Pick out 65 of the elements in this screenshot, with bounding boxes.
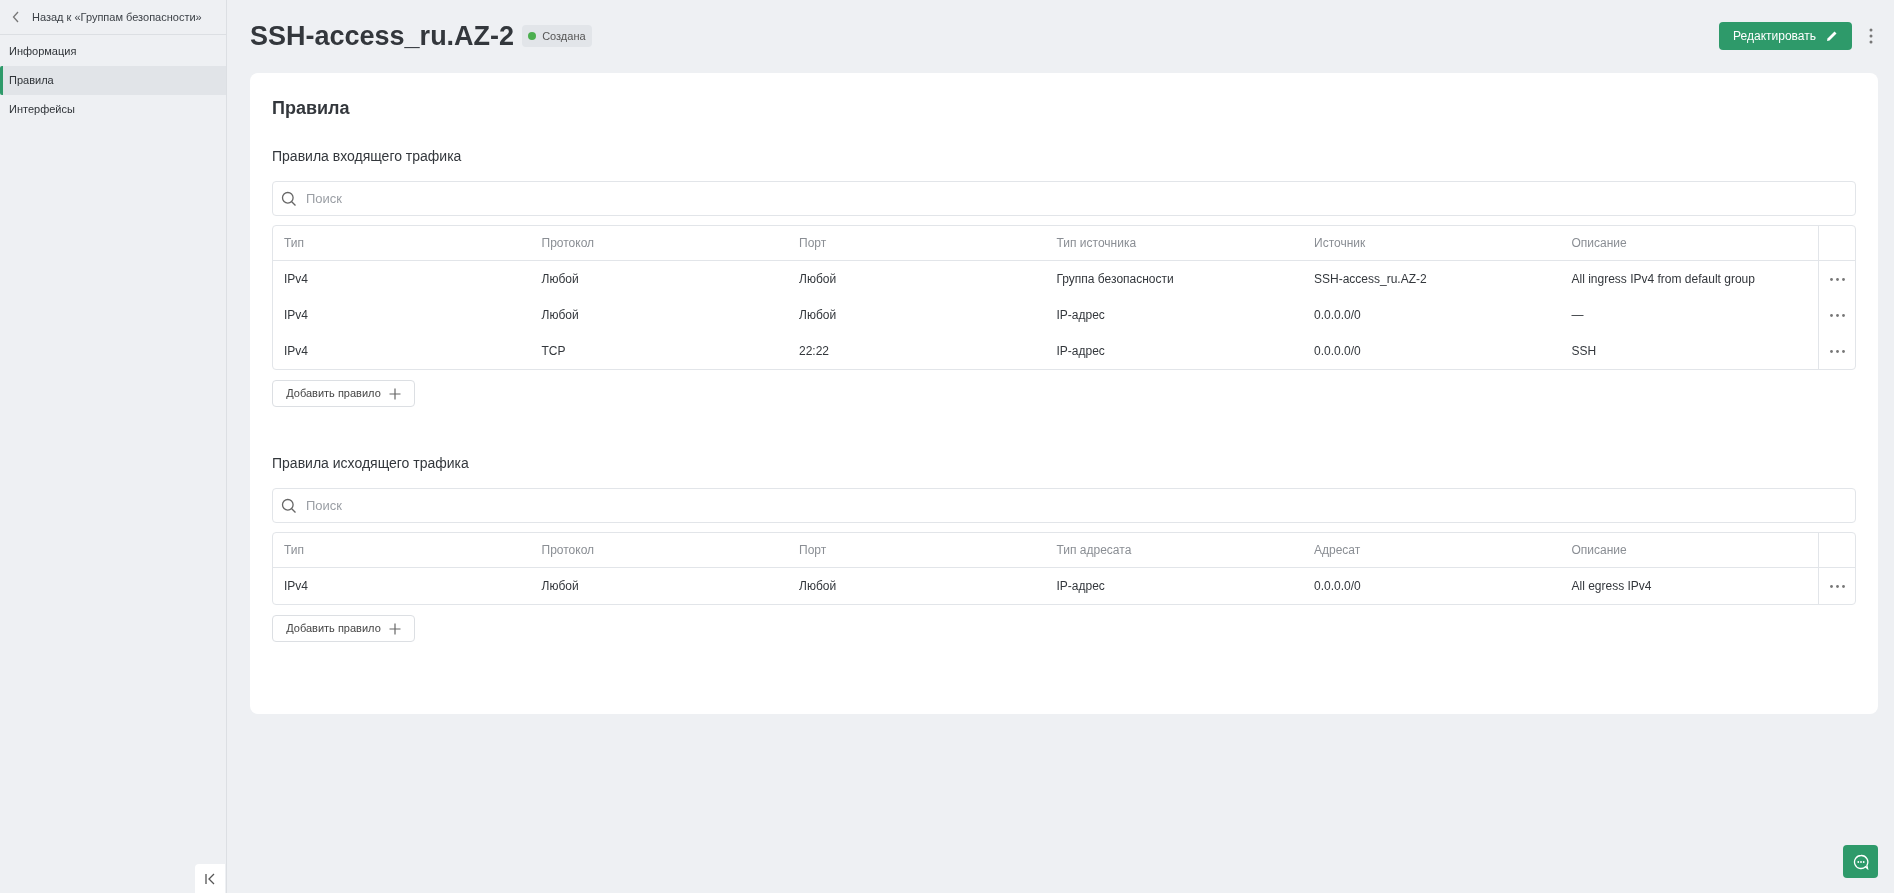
table-cell-text: IPv4 xyxy=(283,578,309,595)
back-link[interactable]: Назад к «Группам безопасности» xyxy=(0,0,226,35)
add-rule-button[interactable]: Добавить правило xyxy=(272,380,415,407)
table-cell-text: Любой xyxy=(540,271,580,288)
status-badge: Создана xyxy=(522,25,592,47)
table-cell-text: IP-адрес xyxy=(1055,307,1106,324)
section-title: Правила входящего трафика xyxy=(272,147,463,166)
search-icon xyxy=(281,191,297,207)
collapse-icon xyxy=(204,872,216,885)
edit-button[interactable]: Редактировать xyxy=(1719,22,1852,50)
table-cell-text: TCP xyxy=(540,343,567,360)
table-cell-text: Любой xyxy=(540,578,580,595)
horizontal-dots-icon xyxy=(1829,313,1845,317)
column-header: Порт xyxy=(798,542,828,559)
table-cell-text: All egress IPv4 xyxy=(1570,578,1653,595)
table-cell-text: Группа безопасности xyxy=(1055,271,1175,288)
table-cell-text: — xyxy=(1570,307,1585,324)
plus-icon xyxy=(388,622,401,635)
table-cell-text: Любой xyxy=(798,307,838,324)
search-field[interactable]: Поиск xyxy=(272,181,1856,216)
column-header: Тип xyxy=(283,235,305,252)
table-cell-text: All ingress IPv4 from default group xyxy=(1570,271,1756,288)
table-cell-text: IPv4 xyxy=(283,343,309,360)
column-header: Тип xyxy=(283,542,305,559)
sidebar-item[interactable]: Информация xyxy=(0,37,226,66)
table-cell-text: IPv4 xyxy=(283,271,309,288)
table-cell-text: 0.0.0.0/0 xyxy=(1313,343,1362,360)
table-cell-text: SSH-access_ru.AZ-2 xyxy=(1313,271,1428,288)
column-header: Протокол xyxy=(540,542,596,559)
table-cell-text: SSH xyxy=(1570,343,1598,360)
vertical-dots-icon xyxy=(1869,28,1873,44)
horizontal-dots-icon xyxy=(1829,349,1845,353)
search-icon xyxy=(281,498,297,514)
horizontal-dots-icon xyxy=(1829,277,1845,281)
column-header: Тип источника xyxy=(1055,235,1138,252)
table-cell-text: IP-адрес xyxy=(1055,343,1106,360)
table-cell-text: 22:22 xyxy=(798,343,831,360)
card-title: Правила xyxy=(272,97,351,120)
horizontal-dots-icon xyxy=(1829,584,1845,588)
column-header: Порт xyxy=(798,235,828,252)
column-header: Протокол xyxy=(540,235,596,252)
column-header: Адресат xyxy=(1313,542,1362,559)
plus-icon xyxy=(388,387,401,400)
search-field[interactable]: Поиск xyxy=(272,488,1856,523)
table-cell-text: IPv4 xyxy=(283,307,309,324)
table-cell-text: 0.0.0.0/0 xyxy=(1313,307,1362,324)
sidebar-item[interactable]: Интерфейсы xyxy=(0,95,226,124)
table-cell-text: Любой xyxy=(798,271,838,288)
pencil-icon xyxy=(1826,30,1838,42)
add-rule-button[interactable]: Добавить правило xyxy=(272,615,415,642)
table-cell-text: Любой xyxy=(540,307,580,324)
table-cell-text: Любой xyxy=(798,578,838,595)
chevron-left-icon xyxy=(12,11,20,23)
column-header: Описание xyxy=(1570,542,1628,559)
chat-bubble-icon xyxy=(1852,853,1869,870)
column-header: Источник xyxy=(1313,235,1367,252)
section-title: Правила исходящего трафика xyxy=(272,454,470,473)
table-cell-text: IP-адрес xyxy=(1055,578,1106,595)
page-title: SSH-access_ru.AZ-2 xyxy=(250,19,515,53)
table-cell-text: 0.0.0.0/0 xyxy=(1313,578,1362,595)
collapse-sidebar-button[interactable] xyxy=(195,864,225,893)
chat-button[interactable] xyxy=(1843,845,1878,878)
column-header: Тип адресата xyxy=(1055,542,1133,559)
column-header: Описание xyxy=(1570,235,1628,252)
sidebar-item[interactable]: Правила xyxy=(0,66,226,95)
